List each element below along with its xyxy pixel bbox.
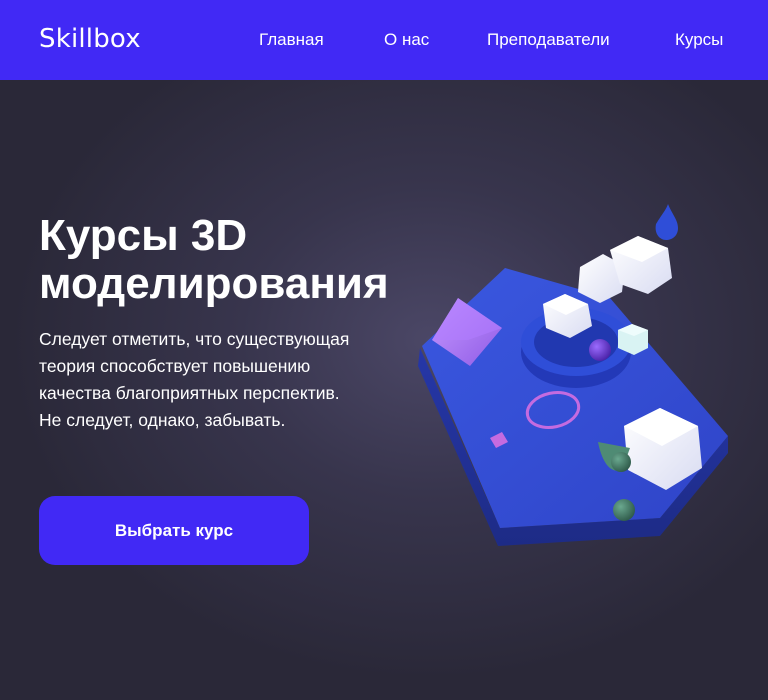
hero-description-line: Следует отметить, что существующая [39, 329, 350, 349]
hero-description-line: Не следует, однако, забывать. [39, 410, 286, 430]
nav-item-about[interactable]: О нас [384, 30, 429, 50]
hero-title-line: Курсы 3D [39, 211, 248, 260]
hero-section: Курсы 3D моделирования Следует отметить,… [0, 80, 768, 700]
choose-course-button[interactable]: Выбрать курс [39, 496, 309, 565]
3d-illustration [418, 204, 728, 546]
hero-description: Следует отметить, что существующая теори… [39, 326, 379, 434]
main-nav: Главная О нас Преподаватели Курсы [0, 30, 768, 52]
nav-item-home[interactable]: Главная [259, 30, 324, 50]
hero-description-line: теория способствует повышению [39, 356, 311, 376]
hero-title-line: моделирования [39, 259, 389, 308]
hero-description-line: качества благоприятных перспектив. [39, 383, 340, 403]
hero-title: Курсы 3D моделирования [39, 212, 439, 308]
nav-item-courses[interactable]: Курсы [675, 30, 723, 50]
nav-item-teachers[interactable]: Преподаватели [487, 30, 610, 50]
site-header: Skillbox Главная О нас Преподаватели Кур… [0, 0, 768, 80]
